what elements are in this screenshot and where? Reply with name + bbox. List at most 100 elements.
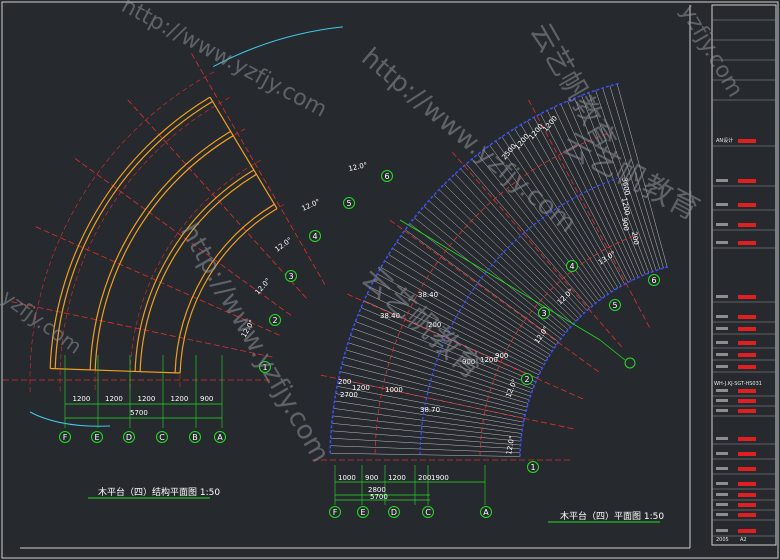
drawing-sheet: 1 2 3 4 5 6 12.0° 12.0° 12.0° 12.0° 12.0° 1200 1200 1… [0,0,779,559]
right-dim-3: 200 [418,474,431,482]
right-level-2: 38.70 [420,406,440,414]
left-axis-C-label: C [159,433,165,442]
deck-plank [331,423,521,442]
title-block-label-mark [716,341,728,344]
title-block-label-mark [716,295,728,298]
deck-beam-end [50,367,181,374]
title-block-red-field [738,139,756,143]
right-plan-title: 木平台（四）平面图 1:50 [560,510,664,522]
left-dim-0: 1200 [73,395,91,403]
left-angle-1: 12.0° [254,277,273,297]
left-angle-3: 12.0° [301,198,322,213]
title-block-red-field [738,295,756,299]
left-dim-1: 1200 [105,395,123,403]
title-block-red-field [738,529,756,533]
right-dim-inner-0: 200 [338,378,351,386]
right-dim-inner-2: 2700 [340,391,358,399]
left-dim-2: 1200 [138,395,156,403]
title-block-label-mark [716,223,728,226]
title-block-label-mark [716,503,728,506]
right-axis-C-label: C [425,508,431,517]
title-block-label-mark [716,203,728,206]
watermark-text: http://www.yzfjy.com [174,219,335,468]
right-dim-1: 900 [365,474,378,482]
title-block-red-field [738,365,756,369]
title-block-red-field [738,467,756,471]
title-block-red-field [738,503,756,507]
left-radial-6-label: 6 [384,172,389,181]
title-block-red-field [738,493,756,497]
left-radial-3-label: 3 [288,272,293,281]
deck-plank [330,437,521,450]
right-dim-side-2: 900 [620,217,630,232]
watermark-text: http://www.yzfjy.com [117,0,331,123]
left-radial-2-label: 2 [272,316,277,325]
right-axis-D-label: D [391,508,397,517]
title-block-red-field [738,327,756,331]
title-block-label-mark [716,437,728,440]
title-block-label-mark [716,529,728,532]
title-block-label-mark [716,513,728,516]
title-block-red-field [738,241,756,245]
left-angle-4: 12.0° [348,161,368,173]
left-axis-A-label: A [217,433,223,442]
right-angle-3: 12.0° [556,287,575,306]
title-block-red-field [738,179,756,183]
right-dim-0: 1000 [338,474,356,482]
left-axis-F-label: F [63,433,68,442]
right-dim-side-3: 200 [630,231,640,246]
left-axis-B-label: B [192,433,198,442]
left-grid-arc [129,159,263,389]
title-block-red-field [738,399,756,403]
title-block-red-field [738,389,756,393]
right-angle-2: 12.0° [533,325,550,345]
title-block-rows: AN设计 [712,19,776,537]
right-dim-mid-1: 5700 [370,493,388,501]
right-axis-A-label: A [483,508,489,517]
left-plan-title: 木平台（四）结构平面图 1:50 [98,486,220,498]
right-angle-1: 12.0° [504,378,519,399]
title-block-label-mark [716,365,728,368]
left-dim-4: 900 [200,395,213,403]
right-dim-top-3: 1200 [541,114,559,133]
right-dim-4: 1900 [431,474,449,482]
title-block-red-field [738,203,756,207]
title-block-red-field [738,341,756,345]
left-axis-D-label: D [126,433,132,442]
title-block-label-mark [716,327,728,330]
title-block-red-field [738,353,756,357]
drawing-number: WH-J.KJ-SGT-HS031 [714,381,762,387]
title-block-red-field [738,452,756,456]
right-radial-4-label: 4 [569,262,574,271]
title-block-label-mark [716,389,728,392]
title-block-label-mark [716,467,728,470]
section-marker [624,357,636,369]
right-radial-3-label: 3 [541,309,546,318]
sheet-size: A2 [740,537,747,543]
title-block-label-mark [716,353,728,356]
title-block-label-mark [716,482,728,485]
title-block-label-mark [716,399,728,402]
cad-drawing-viewport[interactable]: 1 2 3 4 5 6 12.0° 12.0° 12.0° 12.0° 12.0° 1200 1200 1… [0,0,780,560]
title-block-label-mark [716,409,728,412]
left-angle-2: 12.0° [273,236,293,254]
left-radial-4-label: 4 [312,232,317,241]
title-block-red-field [738,409,756,413]
deck-plank [330,445,521,453]
right-dim-inner-3: 1000 [385,386,403,394]
title-block-label-mark [716,452,728,455]
title-block-label-mark [716,315,728,318]
deck-plank [331,430,521,446]
right-radial-5-label: 5 [612,301,617,310]
right-axis-E-label: E [360,508,365,517]
right-radial-6-label: 6 [651,276,656,285]
title-block-label-mark [716,179,728,182]
deck-plank [330,452,521,457]
deck-plank [332,415,522,438]
title-block-label-mark [716,493,728,496]
title-block-red-field [738,437,756,441]
title-block-red-field [738,513,756,517]
watermark-text: 云艺帆教育 [355,260,490,386]
right-radial-2-label: 2 [524,375,529,384]
section-leader-end [599,339,626,361]
